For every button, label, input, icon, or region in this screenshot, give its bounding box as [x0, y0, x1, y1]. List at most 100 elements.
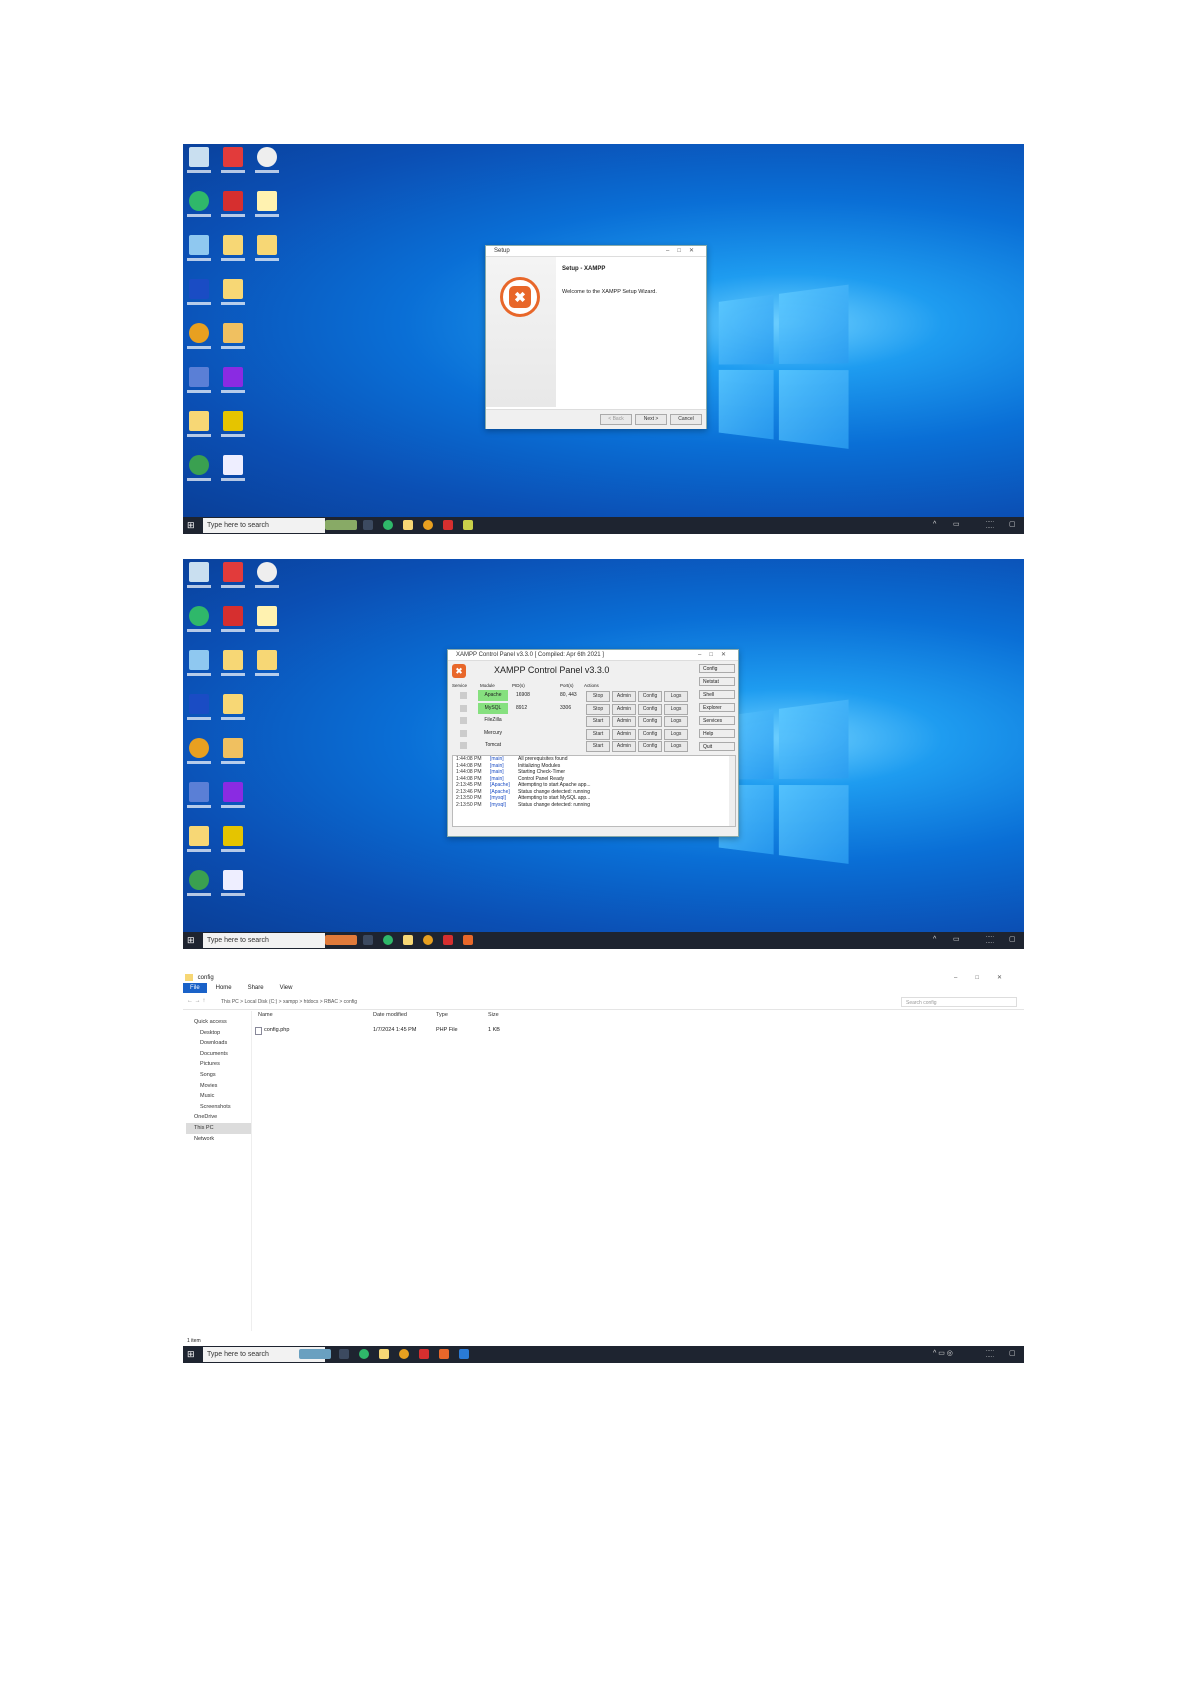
recycle-bin-icon[interactable]: [186, 147, 212, 187]
app-icon-red[interactable]: [220, 147, 246, 187]
folder-icon[interactable]: [186, 826, 212, 866]
vivaldi-icon[interactable]: [220, 606, 246, 646]
back-button[interactable]: < Back: [600, 414, 632, 425]
app-icon-red[interactable]: [220, 562, 246, 602]
start-stop-button[interactable]: Stop: [586, 691, 610, 702]
notification-icon[interactable]: ▢: [1009, 1350, 1016, 1358]
nav-item[interactable]: Documents: [186, 1049, 252, 1060]
setup-window[interactable]: Setup –□✕ ✖ Setup - XAMPP Welcome to the…: [485, 245, 707, 429]
netstat-button[interactable]: Netstat: [699, 677, 735, 686]
xampp-taskbar-icon[interactable]: [463, 935, 473, 945]
nav-arrows-icon[interactable]: ← → ↑: [187, 998, 205, 1004]
logs-button[interactable]: Logs: [664, 703, 688, 715]
app-icon-yellow[interactable]: [220, 826, 246, 866]
quit-button[interactable]: Quit: [699, 742, 735, 751]
config-button[interactable]: Config: [638, 741, 662, 752]
config-button[interactable]: Config: [638, 728, 662, 740]
xampp-desktop-icon[interactable]: [220, 323, 246, 363]
edge-taskbar-icon[interactable]: [359, 1349, 369, 1359]
winrar-icon[interactable]: [220, 367, 246, 407]
file-icon[interactable]: [254, 191, 280, 231]
taskbar-weather-icon[interactable]: [325, 520, 357, 530]
app-icon-person[interactable]: [254, 562, 280, 602]
explorer-taskbar-icon[interactable]: [403, 520, 413, 530]
taskbar-clock[interactable]: ····· ·····: [986, 1348, 994, 1360]
this-pc-icon[interactable]: [186, 235, 212, 275]
config-button[interactable]: Config: [638, 716, 662, 727]
logs-button[interactable]: Logs: [664, 741, 688, 752]
taskbar-search[interactable]: Type here to search: [203, 518, 325, 533]
window-controls[interactable]: –□✕: [666, 246, 702, 256]
admin-button[interactable]: Admin: [612, 728, 636, 740]
notification-icon[interactable]: ▢: [1009, 936, 1016, 944]
tray-chevron-icon[interactable]: ^: [933, 521, 936, 529]
tray-icons[interactable]: ^ ▭ ◎: [933, 1350, 953, 1358]
service-checkbox[interactable]: [460, 717, 467, 724]
window-controls[interactable]: –□✕: [954, 973, 1020, 983]
xampp-control-panel-window[interactable]: XAMPP Control Panel v3.3.0 [ Compiled: A…: [447, 649, 739, 837]
app-icon-person[interactable]: [254, 147, 280, 187]
folder-icon[interactable]: [220, 694, 246, 734]
tray-network-icon[interactable]: ▭: [953, 521, 960, 529]
col-type[interactable]: Type: [436, 1012, 448, 1018]
services-button[interactable]: Services: [699, 716, 735, 725]
explorer-taskbar-icon[interactable]: [403, 935, 413, 945]
tab-share[interactable]: Share: [241, 983, 271, 993]
logs-button[interactable]: Logs: [664, 728, 688, 740]
vivaldi-taskbar-icon[interactable]: [419, 1349, 429, 1359]
xampp-taskbar-icon[interactable]: [439, 1349, 449, 1359]
search-input[interactable]: Search config: [901, 997, 1017, 1007]
config-button[interactable]: Config: [638, 691, 662, 702]
network-icon[interactable]: [186, 367, 212, 407]
globe-icon[interactable]: [186, 870, 212, 910]
edge-icon[interactable]: [186, 606, 212, 646]
col-size[interactable]: Size: [488, 1012, 499, 1018]
folder-icon[interactable]: [254, 650, 280, 690]
folder-icon[interactable]: [220, 279, 246, 319]
app-icon-yellow[interactable]: [220, 411, 246, 451]
cancel-button[interactable]: Cancel: [670, 414, 702, 425]
folder-icon[interactable]: [220, 650, 246, 690]
chrome-taskbar-icon[interactable]: [423, 935, 433, 945]
logs-button[interactable]: Logs: [664, 716, 688, 727]
task-view-icon[interactable]: [339, 1349, 349, 1359]
taskbar-weather-icon[interactable]: [325, 935, 357, 945]
edge-taskbar-icon[interactable]: [383, 935, 393, 945]
log-scrollbar[interactable]: [729, 756, 735, 826]
breadcrumb[interactable]: This PC > Local Disk (C:) > xampp > htdo…: [221, 999, 357, 1005]
service-checkbox[interactable]: [460, 692, 467, 699]
next-button[interactable]: Next >: [635, 414, 667, 425]
edge-taskbar-icon[interactable]: [383, 520, 393, 530]
chrome-taskbar-icon[interactable]: [399, 1349, 409, 1359]
nav-item[interactable]: Screenshots: [186, 1102, 252, 1113]
tray-chevron-icon[interactable]: ^: [933, 936, 936, 944]
shell-button[interactable]: Shell: [699, 690, 735, 699]
tab-view[interactable]: View: [273, 983, 300, 993]
logs-button[interactable]: Logs: [664, 691, 688, 702]
task-view-icon[interactable]: [363, 520, 373, 530]
explorer-button[interactable]: Explorer: [699, 703, 735, 712]
globe-icon[interactable]: [186, 455, 212, 495]
service-checkbox[interactable]: [460, 704, 467, 712]
document-icon[interactable]: [220, 870, 246, 910]
app-taskbar-icon[interactable]: [463, 520, 473, 530]
col-name[interactable]: Name: [258, 1012, 273, 1018]
chrome-icon[interactable]: [186, 323, 212, 363]
nav-item[interactable]: Pictures: [186, 1059, 252, 1070]
nav-item[interactable]: Network: [186, 1134, 252, 1145]
notification-icon[interactable]: ▢: [1009, 521, 1016, 529]
help-button[interactable]: Help: [699, 729, 735, 738]
taskbar-clock[interactable]: ····· ·····: [986, 519, 994, 531]
start-stop-button[interactable]: Start: [586, 741, 610, 752]
start-stop-button[interactable]: Stop: [586, 703, 610, 715]
vivaldi-icon[interactable]: [220, 191, 246, 231]
start-icon[interactable]: ⊞: [187, 521, 196, 530]
start-stop-button[interactable]: Start: [586, 716, 610, 727]
admin-button[interactable]: Admin: [612, 691, 636, 702]
nav-item[interactable]: Downloads: [186, 1038, 252, 1049]
service-checkbox[interactable]: [460, 729, 467, 737]
nav-item[interactable]: Quick access: [186, 1017, 252, 1028]
start-icon[interactable]: ⊞: [187, 1350, 196, 1359]
task-view-icon[interactable]: [363, 935, 373, 945]
recycle-bin-icon[interactable]: [186, 562, 212, 602]
